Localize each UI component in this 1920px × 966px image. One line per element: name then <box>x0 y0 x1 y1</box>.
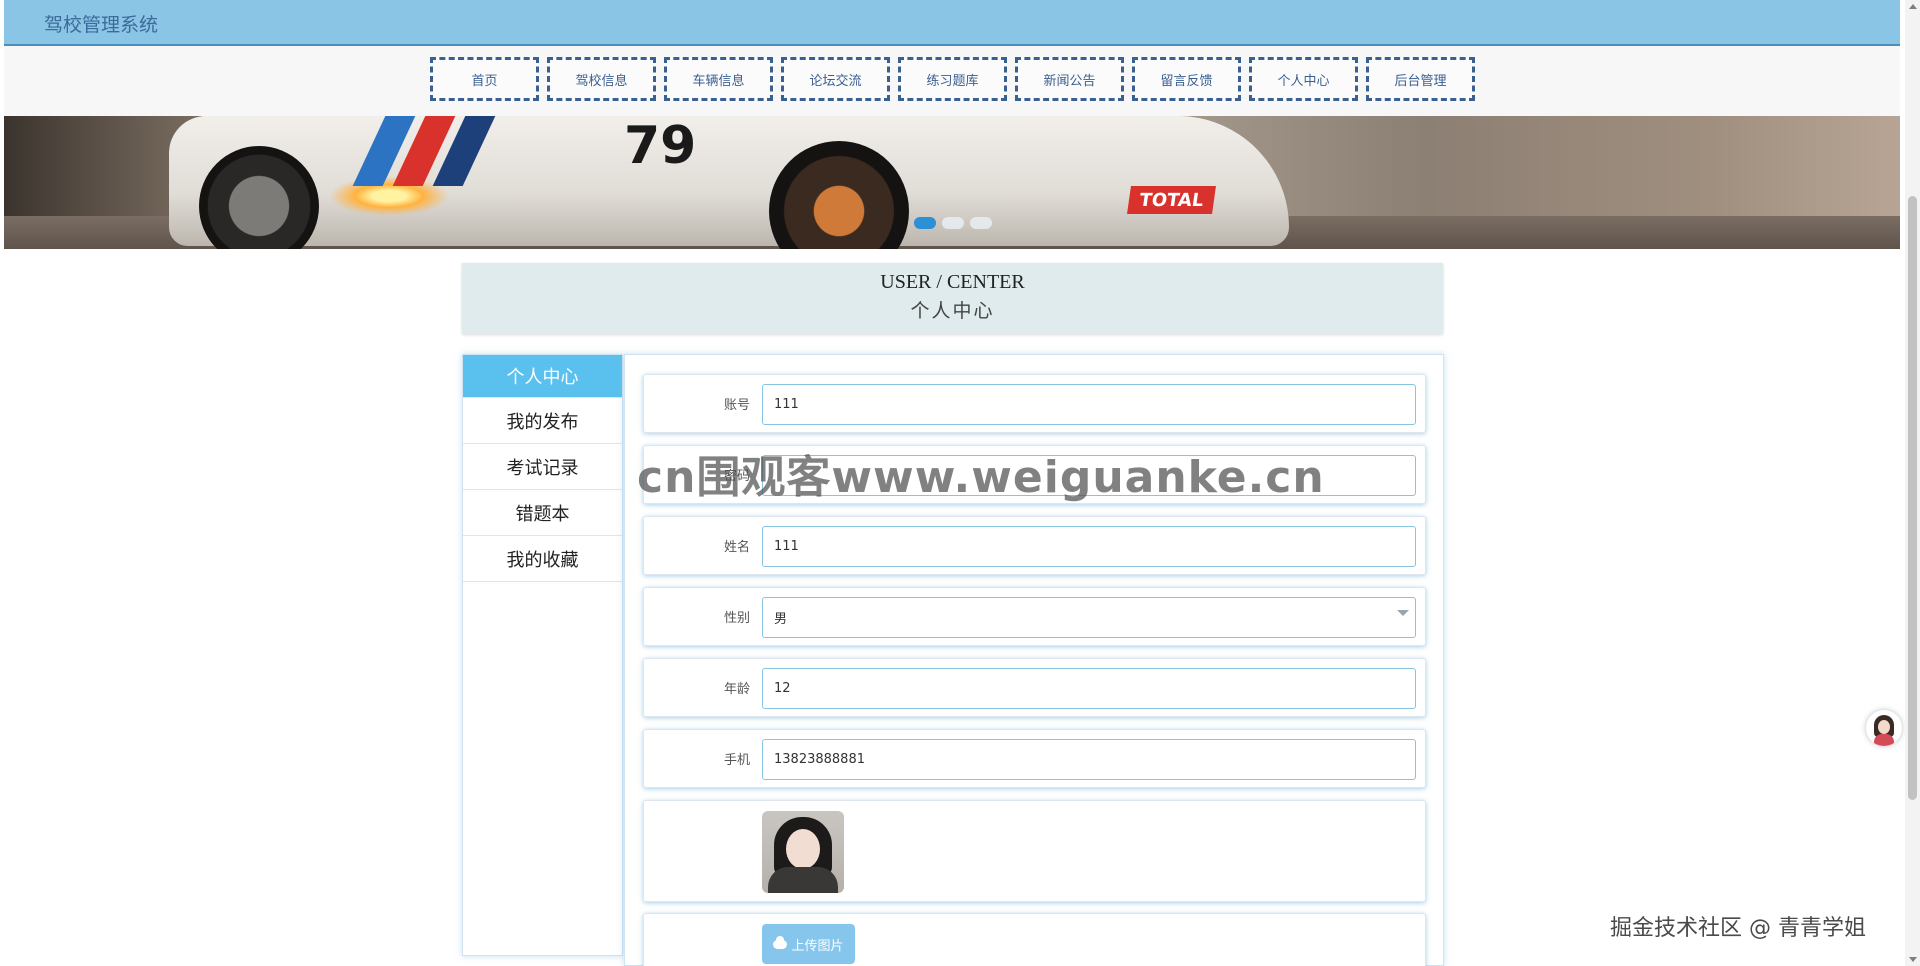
phone-field[interactable] <box>762 739 1416 780</box>
account-field[interactable] <box>762 384 1416 425</box>
form-row-password: 密码 <box>643 445 1426 504</box>
carousel-dots <box>914 217 992 229</box>
car-number: 79 <box>624 116 697 176</box>
banner-carousel: 79 TOTAL <box>4 116 1900 249</box>
age-label: 年龄 <box>723 682 750 697</box>
account-label: 账号 <box>723 398 750 413</box>
sidebar-item-favorites[interactable]: 我的收藏 <box>463 536 622 582</box>
section-title-en: USER / CENTER <box>880 271 1025 293</box>
form-row-account: 账号 <box>643 374 1426 433</box>
sidebar-item-wrong-questions[interactable]: 错题本 <box>463 490 622 536</box>
app-root: 驾校管理系统 首页 驾校信息 车辆信息 论坛交流 练习题库 新闻公告 留言反馈 … <box>0 0 1920 966</box>
scroll-down-arrow-icon[interactable] <box>1909 957 1917 962</box>
name-field[interactable] <box>762 526 1416 567</box>
nav-item-admin[interactable]: 后台管理 <box>1366 57 1475 101</box>
gender-label: 性别 <box>723 611 750 626</box>
page-scrollbar[interactable] <box>1905 0 1920 966</box>
car-front-wheel <box>769 141 909 249</box>
sidebar-item-my-posts[interactable]: 我的发布 <box>463 398 622 444</box>
carousel-dot-3[interactable] <box>970 217 992 229</box>
password-label: 密码 <box>723 469 750 484</box>
form-row-upload: 上传图片 <box>643 913 1426 966</box>
nav-item-home[interactable]: 首页 <box>430 57 539 101</box>
sponsor-logo: TOTAL <box>1127 186 1216 214</box>
form-row-gender: 性别 男 <box>643 587 1426 646</box>
age-field[interactable] <box>762 668 1416 709</box>
user-sidebar: 个人中心 我的发布 考试记录 错题本 我的收藏 <box>462 354 623 956</box>
nav-item-news[interactable]: 新闻公告 <box>1015 57 1124 101</box>
app-title[interactable]: 驾校管理系统 <box>44 10 158 37</box>
banner-race-car-image: 79 TOTAL <box>169 116 1289 249</box>
exhaust-flame <box>329 176 449 216</box>
nav-item-question-bank[interactable]: 练习题库 <box>898 57 1007 101</box>
sidebar-item-user-center[interactable]: 个人中心 <box>463 355 622 398</box>
nav-item-school-info[interactable]: 驾校信息 <box>547 57 656 101</box>
form-row-age: 年龄 <box>643 658 1426 717</box>
nav-item-vehicle-info[interactable]: 车辆信息 <box>664 57 773 101</box>
floating-chat-avatar[interactable] <box>1866 710 1902 746</box>
nav-item-feedback[interactable]: 留言反馈 <box>1132 57 1241 101</box>
gender-select[interactable]: 男 <box>762 597 1416 638</box>
profile-form: 账号 密码 姓名 性别 男 年龄 手机 <box>624 354 1444 966</box>
scroll-up-arrow-icon[interactable] <box>1909 4 1917 9</box>
form-row-name: 姓名 <box>643 516 1426 575</box>
credit-watermark: 掘金技术社区 @ 青青学姐 <box>1610 916 1866 941</box>
sidebar-item-exam-records[interactable]: 考试记录 <box>463 444 622 490</box>
chat-avatar-body <box>1874 734 1894 746</box>
header-bar: 驾校管理系统 <box>4 0 1900 46</box>
scrollbar-thumb[interactable] <box>1908 196 1917 800</box>
name-label: 姓名 <box>723 540 750 555</box>
car-rear-wheel <box>199 146 319 249</box>
section-title-cn: 个人中心 <box>910 300 995 322</box>
nav-item-user-center[interactable]: 个人中心 <box>1249 57 1358 101</box>
main-nav: 首页 驾校信息 车辆信息 论坛交流 练习题库 新闻公告 留言反馈 个人中心 后台… <box>4 46 1900 116</box>
carousel-dot-1[interactable] <box>914 217 936 229</box>
avatar-preview <box>762 811 844 893</box>
form-row-phone: 手机 <box>643 729 1426 788</box>
form-row-avatar <box>643 800 1426 902</box>
avatar-face <box>786 829 820 869</box>
nav-item-forum[interactable]: 论坛交流 <box>781 57 890 101</box>
upload-image-button[interactable]: 上传图片 <box>762 924 855 964</box>
gender-selected-value: 男 <box>774 612 788 627</box>
phone-label: 手机 <box>723 753 750 768</box>
avatar-body <box>768 867 838 893</box>
cloud-upload-icon <box>773 935 788 949</box>
section-header: USER / CENTER 个人中心 <box>462 263 1443 334</box>
chevron-down-icon[interactable] <box>1397 610 1409 616</box>
chat-avatar-face <box>1878 720 1890 734</box>
password-field[interactable] <box>762 455 1416 496</box>
upload-button-label: 上传图片 <box>791 937 844 953</box>
carousel-dot-2[interactable] <box>942 217 964 229</box>
